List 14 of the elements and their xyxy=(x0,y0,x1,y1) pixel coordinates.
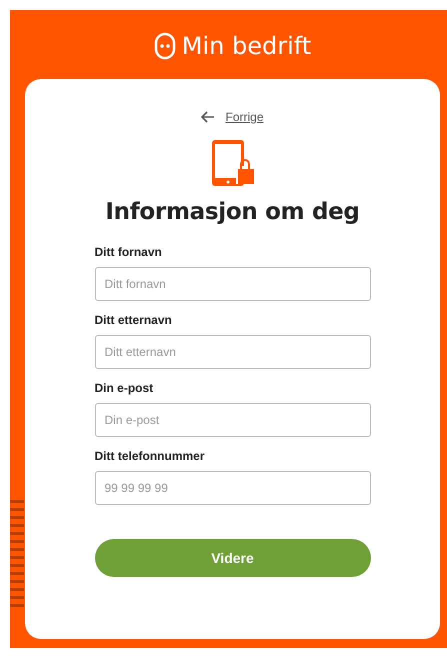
field-label: Ditt telefonnummer xyxy=(94,449,206,463)
back-link[interactable]: Forrige xyxy=(225,110,264,124)
field-label: Ditt etternavn xyxy=(94,313,173,327)
input-field[interactable]: Ditt etternavn xyxy=(94,335,370,369)
logo-text: Min bedrift xyxy=(182,32,312,60)
page-title: Informasjon om deg xyxy=(105,199,360,225)
back-arrow-icon[interactable] xyxy=(201,111,216,123)
field-label: Din e-post xyxy=(94,381,154,395)
input-field[interactable]: 99 99 99 99 xyxy=(94,471,370,505)
field-label: Ditt fornavn xyxy=(94,245,163,259)
face-logo-icon xyxy=(154,32,176,60)
input-field[interactable]: Din e-post xyxy=(94,403,370,437)
tablet-lock-icon xyxy=(210,139,254,187)
input-field[interactable]: Ditt fornavn xyxy=(94,267,370,301)
